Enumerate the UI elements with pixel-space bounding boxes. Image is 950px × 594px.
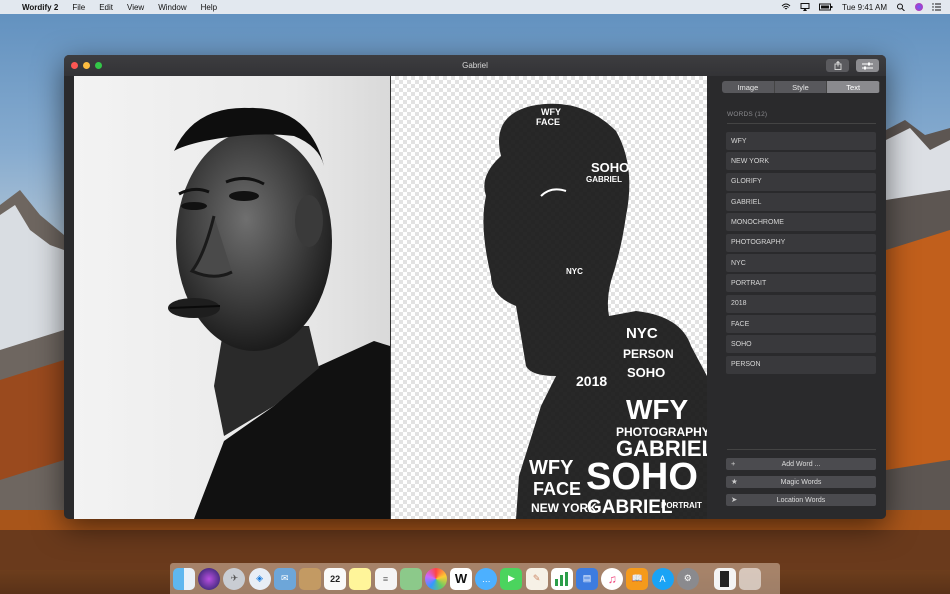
facetime-icon[interactable]: ▶	[500, 567, 523, 590]
siri-icon[interactable]	[198, 567, 221, 590]
calendar-day: 22	[330, 573, 341, 584]
tab-image[interactable]: Image	[722, 81, 775, 93]
reminders-icon[interactable]: ≡	[374, 567, 397, 590]
ibooks-icon[interactable]: 📖	[626, 567, 649, 590]
plus-icon: +	[731, 459, 736, 468]
launchpad-icon[interactable]: ✈	[223, 567, 246, 590]
calendar-icon[interactable]: 22	[324, 567, 347, 590]
word-item[interactable]: MONOCHROME	[726, 213, 876, 232]
menu-view[interactable]: View	[127, 3, 144, 12]
location-words-button[interactable]: ➤ Location Words	[726, 494, 876, 506]
star-icon: ★	[731, 477, 738, 486]
word-item[interactable]: GABRIEL	[726, 193, 876, 212]
bar-chart-icon	[554, 571, 568, 586]
menu-edit[interactable]: Edit	[99, 3, 113, 12]
word-item[interactable]: GLORIFY	[726, 172, 876, 191]
menu-window[interactable]: Window	[158, 3, 186, 12]
divider	[727, 449, 876, 450]
notes-icon[interactable]	[349, 567, 372, 590]
share-icon	[834, 61, 841, 70]
document-icon[interactable]	[713, 567, 736, 590]
add-word-button[interactable]: + Add Word ...	[726, 458, 876, 470]
trash-icon[interactable]	[739, 567, 762, 590]
clock[interactable]: Tue 9:41 AM	[842, 3, 887, 12]
appstore-icon[interactable]: A	[651, 567, 674, 590]
word-item[interactable]: FACE	[726, 315, 876, 334]
word-item[interactable]: WFY	[726, 132, 876, 150]
magic-words-label: Magic Words	[780, 478, 822, 486]
sliders-icon	[862, 62, 873, 69]
tab-text[interactable]: Text	[827, 81, 880, 93]
word-item[interactable]: PORTRAIT	[726, 274, 876, 293]
finder-icon[interactable]	[173, 567, 195, 590]
wifi-icon[interactable]	[781, 3, 791, 11]
inspector-panel: Image Style Text WORDS (12) WFY NEW YORK…	[716, 76, 886, 519]
menu-help[interactable]: Help	[201, 3, 217, 12]
keynote-icon[interactable]: ▤	[576, 567, 598, 590]
word-item[interactable]: PERSON	[726, 355, 876, 374]
dock: ✈ ◈ ✉ 22 ≡ W … ▶ ✎ ▤ ♫ 📖 A ⚙	[170, 563, 780, 594]
divider	[727, 123, 876, 124]
airplay-icon[interactable]	[800, 3, 810, 11]
safari-icon[interactable]: ◈	[248, 567, 271, 590]
location-arrow-icon: ➤	[731, 495, 738, 504]
minimize-button[interactable]	[83, 62, 90, 69]
window-title: Gabriel	[462, 61, 488, 70]
contacts-icon[interactable]	[298, 567, 321, 590]
tab-style[interactable]: Style	[775, 81, 828, 93]
numbers-icon[interactable]	[550, 567, 573, 590]
siri-icon[interactable]	[915, 3, 923, 11]
mail-icon[interactable]: ✉	[273, 567, 296, 590]
wordify-preview[interactable]: WFY FACE SOHO GABRIEL NYC NYC PERSON SOH…	[391, 76, 707, 519]
add-word-label: Add Word ...	[781, 460, 821, 468]
word-item[interactable]: SOHO	[726, 335, 876, 354]
wordify-icon[interactable]: W	[450, 567, 473, 590]
messages-icon[interactable]: …	[475, 567, 498, 590]
spotlight-icon[interactable]	[896, 3, 906, 11]
location-words-label: Location Words	[776, 496, 826, 504]
source-photo[interactable]	[74, 76, 390, 519]
title-bar[interactable]: Gabriel	[64, 55, 886, 76]
battery-icon[interactable]	[818, 3, 833, 11]
zoom-button[interactable]	[95, 62, 102, 69]
inspector-tabs: Image Style Text	[722, 81, 880, 93]
word-item[interactable]: PHOTOGRAPHY	[726, 233, 876, 252]
photos-icon[interactable]	[424, 567, 447, 590]
maps-icon[interactable]	[399, 567, 422, 590]
menu-bar: Wordify 2 File Edit View Window Help Tue…	[0, 0, 950, 14]
preferences-icon[interactable]: ⚙	[676, 567, 699, 590]
word-list: WFY NEW YORK GLORIFY GABRIEL MONOCHROME …	[726, 132, 876, 376]
menu-file[interactable]: File	[72, 3, 85, 12]
word-item[interactable]: 2018	[726, 294, 876, 313]
itunes-icon[interactable]: ♫	[601, 567, 624, 590]
portrait-image	[168, 107, 390, 519]
words-header: WORDS (12)	[727, 111, 768, 118]
app-window: Gabriel WFY FACE SOHO GABRIEL NYC NYC PE…	[64, 55, 886, 519]
close-button[interactable]	[71, 62, 78, 69]
notification-center-icon[interactable]	[932, 3, 942, 11]
word-item[interactable]: NYC	[726, 254, 876, 273]
magic-words-button[interactable]: ★ Magic Words	[726, 476, 876, 488]
word-item[interactable]: NEW YORK	[726, 152, 876, 171]
pages-icon[interactable]: ✎	[525, 567, 548, 590]
share-button[interactable]	[826, 59, 849, 72]
inspector-toggle-button[interactable]	[856, 59, 879, 72]
app-menu[interactable]: Wordify 2	[22, 3, 58, 12]
